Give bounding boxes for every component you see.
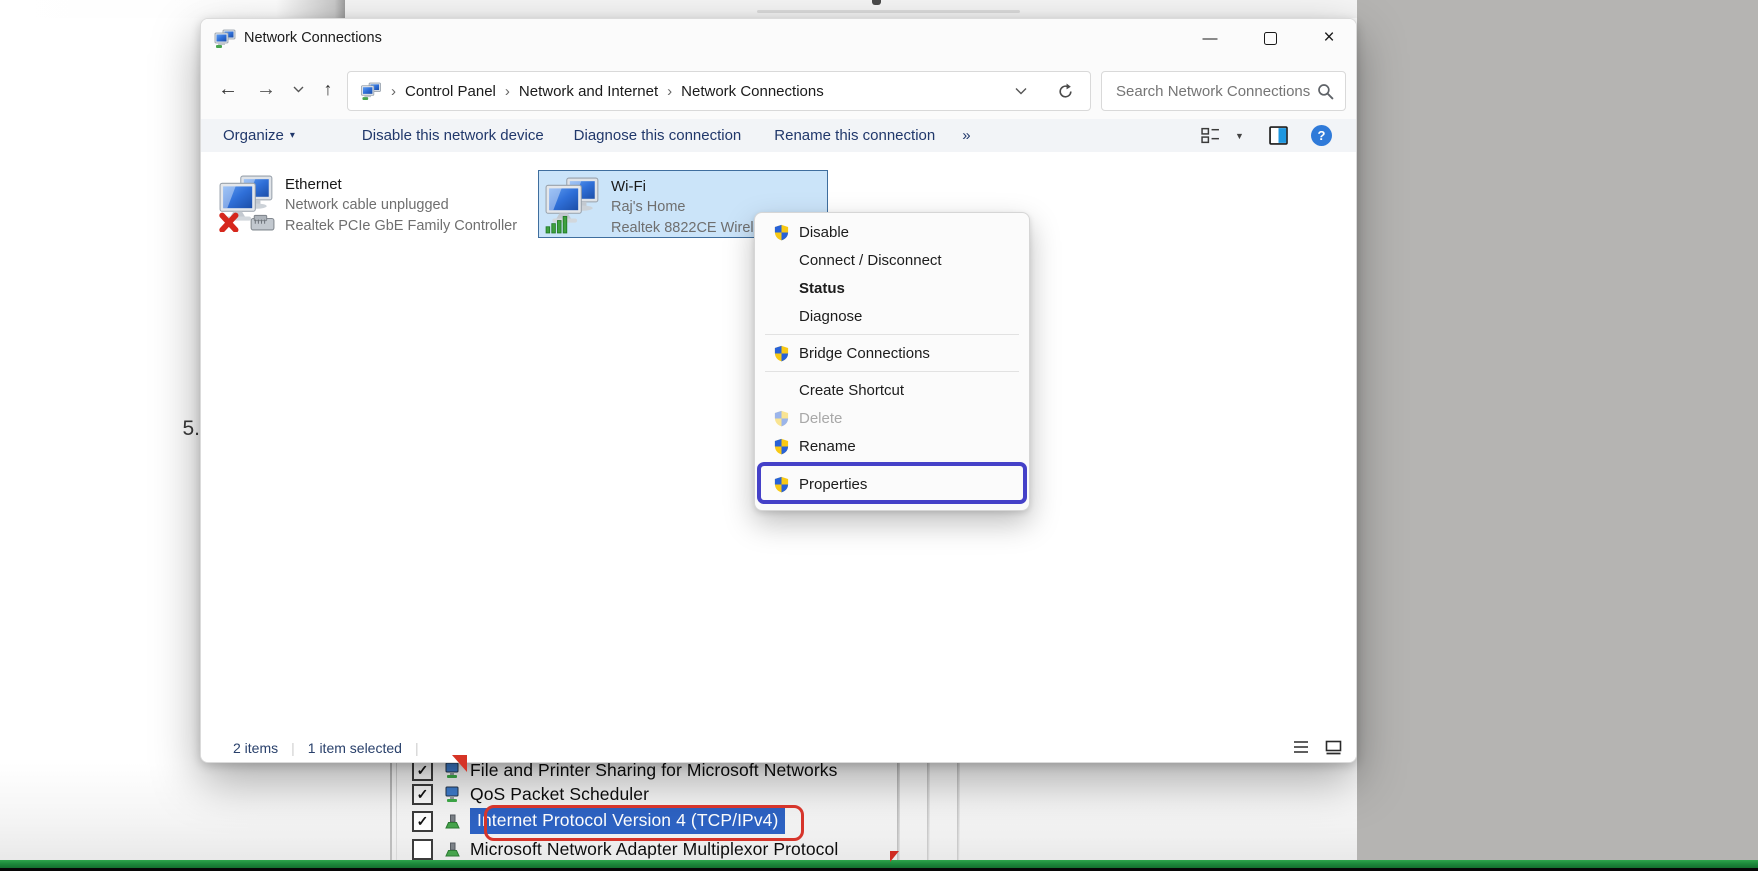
menu-item-properties[interactable]: Properties: [755, 464, 1029, 504]
large-icons-view-icon[interactable]: [1325, 740, 1342, 758]
backdrop-gray-panel: [1357, 0, 1758, 871]
diagnose-connection-button[interactable]: Diagnose this connection: [574, 127, 742, 144]
adapter-name: Ethernet: [285, 174, 517, 195]
rename-connection-button[interactable]: Rename this connection: [774, 127, 935, 144]
uac-shield-icon: [773, 224, 790, 241]
view-options-caret-icon[interactable]: ▼: [1235, 131, 1244, 141]
menu-separator: [765, 334, 1019, 335]
view-options-icon[interactable]: [1201, 127, 1220, 144]
menu-item-bridge-connections[interactable]: Bridge Connections: [755, 339, 1029, 367]
protocol-icon: [444, 813, 461, 830]
menu-item-rename[interactable]: Rename: [755, 432, 1029, 460]
wifi-signal-icon: [544, 176, 602, 234]
overflow-chevron[interactable]: »: [962, 127, 970, 144]
search-icon: [1317, 83, 1334, 100]
protocol-label: QoS Packet Scheduler: [470, 784, 649, 805]
backdrop-frame-line: [396, 763, 397, 861]
menu-item-disable[interactable]: Disable: [755, 218, 1029, 246]
menu-item-status[interactable]: Status: [755, 274, 1029, 302]
menu-item-delete: Delete: [755, 404, 1029, 432]
protocol-icon: [444, 841, 461, 858]
preview-pane-icon[interactable]: [1269, 126, 1288, 145]
ethernet-adapter-tile[interactable]: Ethernet Network cable unplugged Realtek…: [213, 169, 525, 237]
menu-item-diagnose[interactable]: Diagnose: [755, 302, 1029, 330]
details-view-icon[interactable]: [1293, 740, 1309, 757]
protocol-row[interactable]: ✓ QoS Packet Scheduler: [412, 781, 649, 807]
uac-shield-icon: [773, 476, 790, 493]
maximize-icon: [1264, 32, 1277, 45]
breadcrumb-separator: ›: [667, 83, 672, 100]
address-dropdown-icon[interactable]: [1015, 87, 1027, 95]
disable-device-button[interactable]: Disable this network device: [362, 127, 544, 144]
chevron-down-icon: [293, 86, 304, 93]
network-connections-icon: [214, 29, 236, 48]
breadcrumb-separator: ›: [391, 83, 396, 100]
adapter-device: Realtek PCIe GbE Family Controller: [285, 216, 517, 237]
checkbox-unchecked[interactable]: [412, 839, 433, 860]
red-flag-annotation: [452, 755, 467, 772]
network-folder-icon: [360, 82, 382, 100]
menu-item-create-shortcut[interactable]: Create Shortcut: [755, 376, 1029, 404]
protocol-label: Microsoft Network Adapter Multiplexor Pr…: [470, 839, 838, 860]
recent-locations-button[interactable]: [287, 73, 309, 105]
search-input[interactable]: [1114, 82, 1317, 101]
backdrop-top-left: [0, 0, 345, 18]
backdrop-top-strip: [0, 0, 1357, 18]
adapter-network: Raj's Home: [611, 197, 762, 218]
breadcrumb-separator: ›: [505, 83, 510, 100]
network-client-icon: [444, 786, 461, 803]
breadcrumb-control-panel[interactable]: Control Panel: [405, 83, 496, 100]
backdrop-window-divider: [757, 10, 1020, 13]
uac-shield-icon: [773, 345, 790, 362]
protocol-row-selected[interactable]: ✓ Internet Protocol Version 4 (TCP/IPv4): [412, 808, 785, 834]
adapter-name: Wi-Fi: [611, 176, 762, 197]
backdrop-frame-line: [957, 763, 960, 861]
help-button[interactable]: ?: [1311, 125, 1332, 146]
context-menu: Disable Connect / Disconnect Status Diag…: [754, 212, 1030, 511]
adapter-status: Network cable unplugged: [285, 195, 517, 216]
command-bar: Organize ▾ Disable this network device D…: [201, 119, 1357, 152]
backdrop-frame-line: [897, 763, 900, 861]
search-box[interactable]: [1101, 71, 1346, 111]
forward-button[interactable]: →: [249, 73, 283, 105]
protocol-label-highlighted: Internet Protocol Version 4 (TCP/IPv4): [470, 808, 785, 834]
selection-count: 1 item selected: [308, 740, 402, 756]
caret-down-icon: ▾: [290, 130, 295, 141]
back-button[interactable]: ←: [211, 73, 245, 105]
backdrop-frame-line: [927, 763, 930, 861]
checkbox-checked[interactable]: ✓: [412, 784, 433, 805]
backdrop-window-dot: [872, 0, 881, 5]
step-number: 5.: [160, 417, 200, 441]
video-progress-bar: [0, 860, 1758, 868]
up-button[interactable]: ↑: [313, 73, 343, 105]
navigation-bar: ← → ↑ › Control Panel › Network and Inte…: [201, 57, 1356, 119]
titlebar[interactable]: Network Connections: [201, 19, 1356, 57]
ethernet-unplugged-icon: [218, 174, 276, 232]
status-separator: |: [415, 740, 419, 756]
maximize-button[interactable]: [1247, 19, 1293, 57]
breadcrumb-network-connections[interactable]: Network Connections: [681, 83, 824, 100]
protocol-row[interactable]: Microsoft Network Adapter Multiplexor Pr…: [412, 836, 838, 862]
close-icon: ×: [1323, 27, 1334, 49]
menu-separator: [765, 371, 1019, 372]
backdrop-frame-line: [390, 763, 392, 861]
window-title: Network Connections: [244, 30, 382, 46]
status-bar: 2 items | 1 item selected |: [201, 734, 1356, 762]
address-bar[interactable]: › Control Panel › Network and Internet ›…: [347, 71, 1091, 111]
breadcrumb-network-and-internet[interactable]: Network and Internet: [519, 83, 658, 100]
items-count: 2 items: [233, 740, 278, 756]
close-button[interactable]: ×: [1306, 19, 1352, 57]
uac-shield-icon: [773, 438, 790, 455]
uac-shield-icon: [773, 410, 790, 427]
organize-button[interactable]: Organize ▾: [223, 127, 295, 144]
menu-item-connect-disconnect[interactable]: Connect / Disconnect: [755, 246, 1029, 274]
adapter-device: Realtek 8822CE Wirele: [611, 218, 762, 238]
checkbox-checked[interactable]: ✓: [412, 811, 433, 832]
minimize-icon: —: [1203, 30, 1218, 47]
status-separator: |: [291, 740, 295, 756]
red-cursor-annotation: [890, 851, 899, 862]
refresh-icon[interactable]: [1057, 83, 1074, 100]
minimize-button[interactable]: —: [1187, 19, 1233, 57]
